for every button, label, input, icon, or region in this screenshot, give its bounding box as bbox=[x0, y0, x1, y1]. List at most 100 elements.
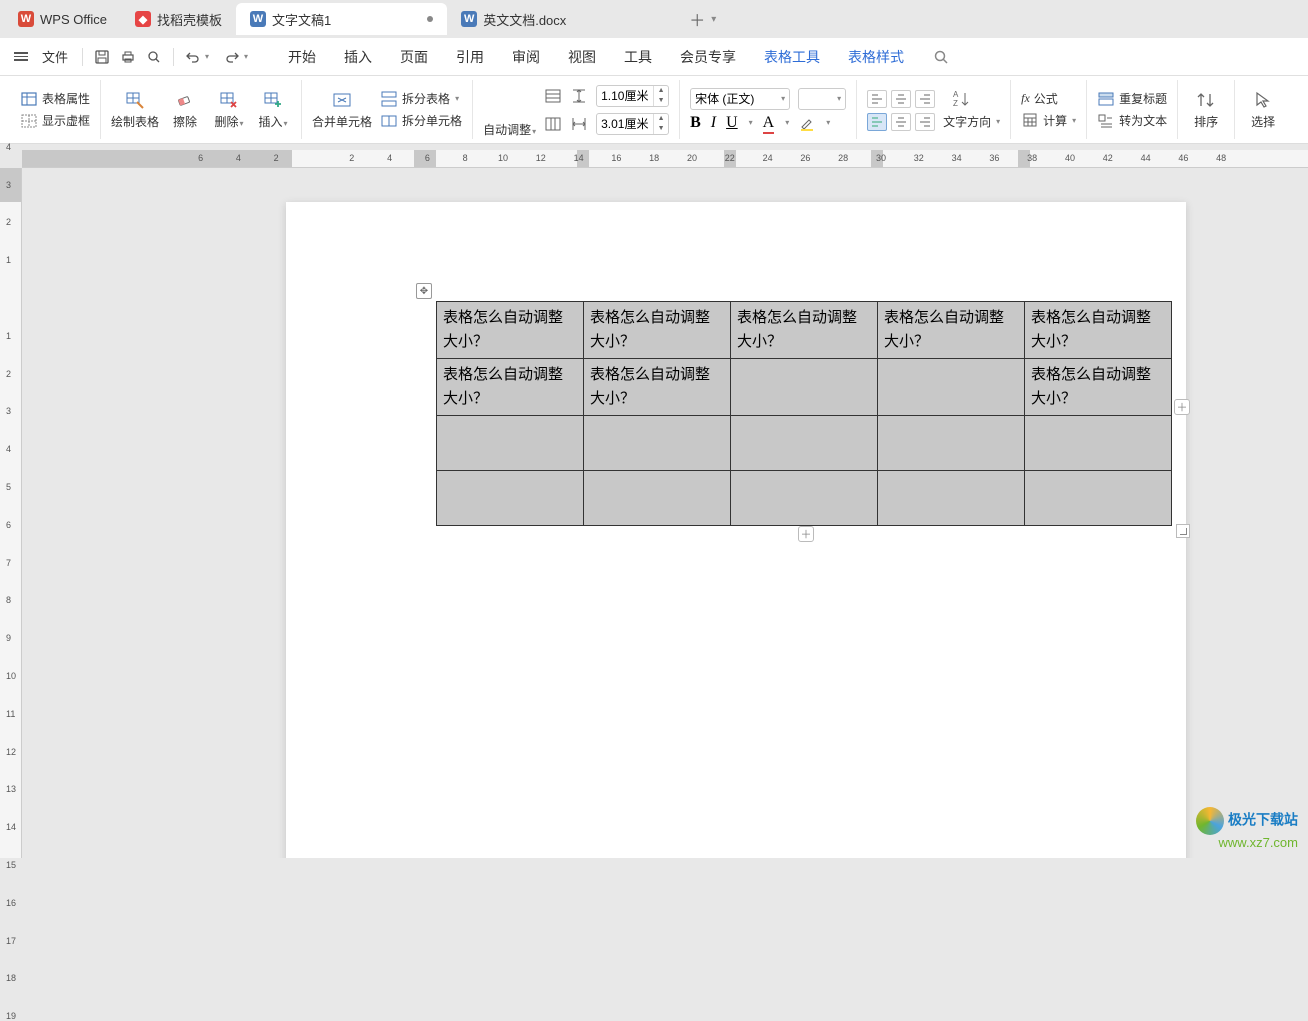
sort-button[interactable]: 排序 bbox=[1188, 89, 1224, 130]
undo-button[interactable] bbox=[182, 46, 204, 68]
table-cell[interactable] bbox=[731, 359, 878, 416]
menu-table-tools[interactable]: 表格工具 bbox=[750, 47, 834, 67]
table-cell[interactable]: 表格怎么自动调整大小？ bbox=[584, 302, 731, 359]
save-button[interactable] bbox=[91, 46, 113, 68]
table-row[interactable] bbox=[437, 471, 1172, 526]
spin-down-icon[interactable]: ▼ bbox=[654, 124, 668, 134]
font-color-button[interactable]: A bbox=[763, 114, 775, 132]
table-cell[interactable] bbox=[584, 416, 731, 471]
italic-button[interactable]: I bbox=[711, 114, 716, 132]
table-cell[interactable] bbox=[731, 416, 878, 471]
row-height-input[interactable]: ▲▼ bbox=[596, 85, 669, 107]
row-height-field[interactable] bbox=[597, 89, 653, 103]
hamburger-menu-button[interactable] bbox=[10, 46, 32, 68]
auto-adjust-button[interactable]: 自动调整▾ bbox=[483, 82, 536, 138]
table-row[interactable]: 表格怎么自动调整大小？表格怎么自动调整大小？表格怎么自动调整大小？ bbox=[437, 359, 1172, 416]
table-move-handle[interactable]: ✥ bbox=[416, 283, 432, 299]
font-name-select[interactable]: 宋体 (正文)▾ bbox=[690, 88, 790, 110]
undo-caret-icon[interactable]: ▾ bbox=[205, 52, 209, 61]
text-direction-button[interactable]: 文字方向▾ bbox=[943, 113, 1000, 130]
table-cell[interactable] bbox=[437, 471, 584, 526]
tab-wps-office[interactable]: W WPS Office bbox=[4, 3, 121, 35]
table-cell[interactable]: 表格怎么自动调整大小？ bbox=[731, 302, 878, 359]
convert-to-text-button[interactable]: 转为文本 bbox=[1097, 112, 1167, 130]
calculate-button[interactable]: 计算▾ bbox=[1021, 111, 1076, 129]
sort-az-button[interactable]: AZ bbox=[943, 89, 979, 109]
highlight-button[interactable] bbox=[799, 115, 815, 131]
ruler-vertical[interactable]: 432112345678910111213141516171819 bbox=[0, 168, 22, 858]
table-cell[interactable]: 表格怎么自动调整大小？ bbox=[878, 302, 1025, 359]
bold-button[interactable]: B bbox=[690, 114, 701, 132]
spin-down-icon[interactable]: ▼ bbox=[654, 96, 668, 106]
align-top-right[interactable] bbox=[915, 90, 935, 108]
table-cell[interactable]: 表格怎么自动调整大小？ bbox=[1025, 302, 1172, 359]
menu-table-style[interactable]: 表格样式 bbox=[834, 47, 918, 67]
align-mid-left[interactable] bbox=[867, 113, 887, 131]
dist-rows-icon[interactable] bbox=[544, 87, 562, 105]
table-cell[interactable] bbox=[731, 471, 878, 526]
col-width-input[interactable]: ▲▼ bbox=[596, 113, 669, 135]
table-row[interactable]: 表格怎么自动调整大小？表格怎么自动调整大小？表格怎么自动调整大小？表格怎么自动调… bbox=[437, 302, 1172, 359]
tab-menu-caret-icon[interactable]: ▾ bbox=[711, 14, 716, 25]
table-cell[interactable]: 表格怎么自动调整大小？ bbox=[437, 302, 584, 359]
new-tab-button[interactable]: ＋ bbox=[685, 7, 709, 31]
menu-member[interactable]: 会员专享 bbox=[666, 47, 750, 67]
split-cell-button[interactable]: 拆分单元格 bbox=[380, 112, 462, 130]
erase-button[interactable]: 擦除 bbox=[167, 89, 203, 130]
menu-reference[interactable]: 引用 bbox=[442, 47, 498, 67]
align-mid-center[interactable] bbox=[891, 113, 911, 131]
table-cell[interactable] bbox=[878, 416, 1025, 471]
select-button[interactable]: 选择 bbox=[1245, 89, 1281, 130]
file-menu[interactable]: 文件 bbox=[36, 47, 74, 66]
spin-up-icon[interactable]: ▲ bbox=[654, 86, 668, 96]
table-cell[interactable] bbox=[1025, 416, 1172, 471]
table-cell[interactable] bbox=[878, 471, 1025, 526]
align-mid-right[interactable] bbox=[915, 113, 935, 131]
delete-button[interactable]: 删除▾ bbox=[211, 89, 247, 130]
menu-tools[interactable]: 工具 bbox=[610, 47, 666, 67]
tab-doc1[interactable]: W 文字文稿1 bbox=[236, 3, 447, 35]
split-table-button[interactable]: 拆分表格▾ bbox=[380, 90, 462, 108]
table-cell[interactable] bbox=[437, 416, 584, 471]
table-cell[interactable]: 表格怎么自动调整大小？ bbox=[1025, 359, 1172, 416]
col-width-field[interactable] bbox=[597, 117, 653, 131]
redo-caret-icon[interactable]: ▾ bbox=[244, 52, 248, 61]
repeat-header-button[interactable]: 重复标题 bbox=[1097, 90, 1167, 108]
table-row[interactable] bbox=[437, 416, 1172, 471]
menu-page[interactable]: 页面 bbox=[386, 47, 442, 67]
tab-doc2[interactable]: W 英文文档.docx bbox=[447, 3, 677, 35]
redo-button[interactable] bbox=[221, 46, 243, 68]
add-column-button[interactable]: ＋ bbox=[1174, 399, 1190, 415]
table-cell[interactable] bbox=[584, 471, 731, 526]
caret-icon[interactable]: ▾ bbox=[826, 118, 830, 127]
table-resize-handle[interactable] bbox=[1176, 524, 1190, 538]
menu-view[interactable]: 视图 bbox=[554, 47, 610, 67]
caret-icon[interactable]: ▾ bbox=[785, 118, 789, 127]
document-table[interactable]: 表格怎么自动调整大小？表格怎么自动调整大小？表格怎么自动调整大小？表格怎么自动调… bbox=[436, 301, 1172, 526]
show-gridlines-button[interactable]: 显示虚框 bbox=[20, 112, 90, 130]
add-row-button[interactable]: ＋ bbox=[798, 526, 814, 542]
page[interactable]: ✥ 表格怎么自动调整大小？表格怎么自动调整大小？表格怎么自动调整大小？表格怎么自… bbox=[286, 202, 1186, 858]
align-top-center[interactable] bbox=[891, 90, 911, 108]
print-button[interactable] bbox=[117, 46, 139, 68]
merge-cells-button[interactable]: 合并单元格 bbox=[312, 89, 372, 130]
table-properties-button[interactable]: 表格属性 bbox=[20, 90, 90, 108]
caret-icon[interactable]: ▾ bbox=[749, 118, 753, 127]
align-top-left[interactable] bbox=[867, 90, 887, 108]
underline-button[interactable]: U bbox=[726, 114, 738, 132]
spin-up-icon[interactable]: ▲ bbox=[654, 114, 668, 124]
formula-button[interactable]: fx 公式 bbox=[1021, 90, 1076, 107]
search-button[interactable] bbox=[930, 46, 952, 68]
insert-button[interactable]: 插入▾ bbox=[255, 89, 291, 130]
ruler-horizontal[interactable]: 6422468101214161820222426283032343638404… bbox=[22, 150, 1308, 168]
menu-insert[interactable]: 插入 bbox=[330, 47, 386, 67]
table-cell[interactable]: 表格怎么自动调整大小？ bbox=[584, 359, 731, 416]
menu-start[interactable]: 开始 bbox=[274, 47, 330, 67]
tab-template[interactable]: ◆ 找稻壳模板 bbox=[121, 3, 236, 35]
dist-cols-icon[interactable] bbox=[544, 115, 562, 133]
print-preview-button[interactable] bbox=[143, 46, 165, 68]
table-cell[interactable]: 表格怎么自动调整大小？ bbox=[437, 359, 584, 416]
table-cell[interactable] bbox=[878, 359, 1025, 416]
table-cell[interactable] bbox=[1025, 471, 1172, 526]
menu-review[interactable]: 审阅 bbox=[498, 47, 554, 67]
